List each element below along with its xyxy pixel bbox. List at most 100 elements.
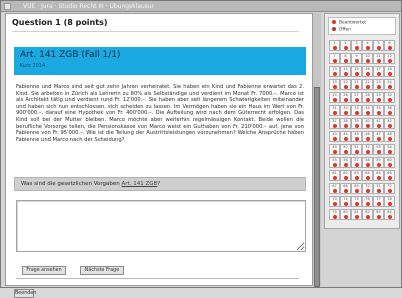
question-nav-cell[interactable]: 84 xyxy=(384,209,395,220)
question-nav-cell[interactable]: 65 xyxy=(373,170,384,181)
scrollbar-thumb[interactable] xyxy=(314,87,320,287)
next-question-button[interactable]: Nächste Frage xyxy=(80,266,124,275)
question-nav-cell[interactable]: 36 xyxy=(384,105,395,116)
question-nav-cell[interactable]: 34 xyxy=(362,105,373,116)
question-nav-cell[interactable]: 23 xyxy=(373,79,384,90)
question-nav-number: 75 xyxy=(354,197,359,201)
question-nav-cell[interactable]: 70 xyxy=(362,183,373,194)
question-nav-cell[interactable]: 58 xyxy=(362,157,373,168)
question-nav-cell[interactable]: 62 xyxy=(340,170,351,181)
question-nav-cell[interactable]: 13 xyxy=(329,66,340,77)
question-nav-cell[interactable]: 61 xyxy=(329,170,340,181)
question-nav-cell[interactable]: 69 xyxy=(351,183,362,194)
question-nav-cell[interactable]: 27 xyxy=(351,92,362,103)
question-nav-cell[interactable]: 68 xyxy=(340,183,351,194)
question-nav-cell[interactable]: 67 xyxy=(329,183,340,194)
question-nav-cell[interactable]: 17 xyxy=(373,66,384,77)
question-nav-cell[interactable]: 49 xyxy=(329,144,340,155)
question-nav-cell[interactable]: 7 xyxy=(329,53,340,64)
question-nav-cell[interactable]: 83 xyxy=(373,209,384,220)
question-nav-cell[interactable]: 45 xyxy=(351,131,362,142)
question-nav-cell[interactable]: 2 xyxy=(340,40,351,51)
question-nav-cell[interactable]: 29 xyxy=(373,92,384,103)
question-nav-cell[interactable]: 44 xyxy=(340,131,351,142)
question-nav-cell[interactable]: 76 xyxy=(362,196,373,207)
question-nav-cell[interactable]: 15 xyxy=(351,66,362,77)
question-nav-cell[interactable]: 74 xyxy=(340,196,351,207)
question-nav-cell[interactable]: 60 xyxy=(384,157,395,168)
question-nav-cell[interactable]: 28 xyxy=(362,92,373,103)
question-nav-cell[interactable]: 20 xyxy=(340,79,351,90)
case-title-box: Art. 141 ZGB (Fall 1/1) Kurs 2014 xyxy=(14,47,306,75)
question-nav-cell[interactable]: 71 xyxy=(373,183,384,194)
question-nav-cell[interactable]: 78 xyxy=(384,196,395,207)
question-nav-cell[interactable]: 24 xyxy=(384,79,395,90)
question-nav-cell[interactable]: 63 xyxy=(351,170,362,181)
question-nav-number: 13 xyxy=(332,67,337,71)
question-nav-cell[interactable]: 1 xyxy=(329,40,340,51)
question-nav-cell[interactable]: 16 xyxy=(362,66,373,77)
finish-button[interactable]: Beenden xyxy=(14,289,36,298)
question-nav-cell[interactable]: 32 xyxy=(340,105,351,116)
question-nav-cell[interactable]: 77 xyxy=(373,196,384,207)
question-nav-cell[interactable]: 40 xyxy=(362,118,373,129)
question-nav-cell[interactable]: 14 xyxy=(340,66,351,77)
question-nav-cell[interactable]: 51 xyxy=(351,144,362,155)
question-nav-cell[interactable]: 22 xyxy=(362,79,373,90)
question-nav-cell[interactable]: 46 xyxy=(362,131,373,142)
question-nav-cell[interactable]: 43 xyxy=(329,131,340,142)
question-nav-cell[interactable]: 5 xyxy=(373,40,384,51)
question-nav-cell[interactable]: 9 xyxy=(351,53,362,64)
question-nav-cell[interactable]: 59 xyxy=(373,157,384,168)
question-nav-cell[interactable]: 4 xyxy=(362,40,373,51)
question-nav-cell[interactable]: 3 xyxy=(351,40,362,51)
question-nav-number: 3 xyxy=(355,41,358,45)
question-nav-cell[interactable]: 48 xyxy=(384,131,395,142)
vertical-scrollbar[interactable] xyxy=(312,13,321,287)
question-nav-cell[interactable]: 79 xyxy=(329,209,340,220)
status-dot-icon xyxy=(377,98,381,102)
question-nav-cell[interactable]: 6 xyxy=(384,40,395,51)
question-nav-cell[interactable]: 72 xyxy=(384,183,395,194)
question-nav-cell[interactable]: 47 xyxy=(373,131,384,142)
question-nav-number: 83 xyxy=(376,210,381,214)
question-nav-cell[interactable]: 42 xyxy=(384,118,395,129)
answer-field[interactable] xyxy=(16,200,306,252)
question-nav-cell[interactable]: 50 xyxy=(340,144,351,155)
question-nav-cell[interactable]: 19 xyxy=(329,79,340,90)
question-nav-cell[interactable]: 38 xyxy=(340,118,351,129)
question-nav-cell[interactable]: 8 xyxy=(340,53,351,64)
question-nav-cell[interactable]: 21 xyxy=(351,79,362,90)
view-question-button[interactable]: Frage ansehen xyxy=(22,266,66,275)
question-nav-cell[interactable]: 25 xyxy=(329,92,340,103)
question-nav-cell[interactable]: 75 xyxy=(351,196,362,207)
question-nav-number: 65 xyxy=(376,171,381,175)
question-nav-cell[interactable]: 26 xyxy=(340,92,351,103)
question-nav-cell[interactable]: 35 xyxy=(373,105,384,116)
question-nav-cell[interactable]: 82 xyxy=(362,209,373,220)
question-nav-cell[interactable]: 55 xyxy=(329,157,340,168)
question-nav-cell[interactable]: 56 xyxy=(340,157,351,168)
question-nav-cell[interactable]: 18 xyxy=(384,66,395,77)
question-nav-cell[interactable]: 33 xyxy=(351,105,362,116)
question-nav-cell[interactable]: 31 xyxy=(329,105,340,116)
question-nav-cell[interactable]: 39 xyxy=(351,118,362,129)
question-nav-cell[interactable]: 11 xyxy=(373,53,384,64)
question-nav-cell[interactable]: 41 xyxy=(373,118,384,129)
status-dot-icon xyxy=(388,202,392,206)
question-nav-cell[interactable]: 81 xyxy=(351,209,362,220)
question-nav-cell[interactable]: 73 xyxy=(329,196,340,207)
question-nav-number: 20 xyxy=(343,80,348,84)
question-nav-cell[interactable]: 80 xyxy=(340,209,351,220)
question-nav-cell[interactable]: 10 xyxy=(362,53,373,64)
question-nav-cell[interactable]: 12 xyxy=(384,53,395,64)
prompt-link[interactable]: Art. 141 ZGB xyxy=(122,181,158,187)
question-nav-cell[interactable]: 30 xyxy=(384,92,395,103)
question-nav-cell[interactable]: 64 xyxy=(362,170,373,181)
question-nav-cell[interactable]: 52 xyxy=(362,144,373,155)
question-nav-cell[interactable]: 37 xyxy=(329,118,340,129)
question-nav-cell[interactable]: 53 xyxy=(373,144,384,155)
question-nav-cell[interactable]: 57 xyxy=(351,157,362,168)
question-nav-cell[interactable]: 66 xyxy=(384,170,395,181)
question-nav-cell[interactable]: 54 xyxy=(384,144,395,155)
